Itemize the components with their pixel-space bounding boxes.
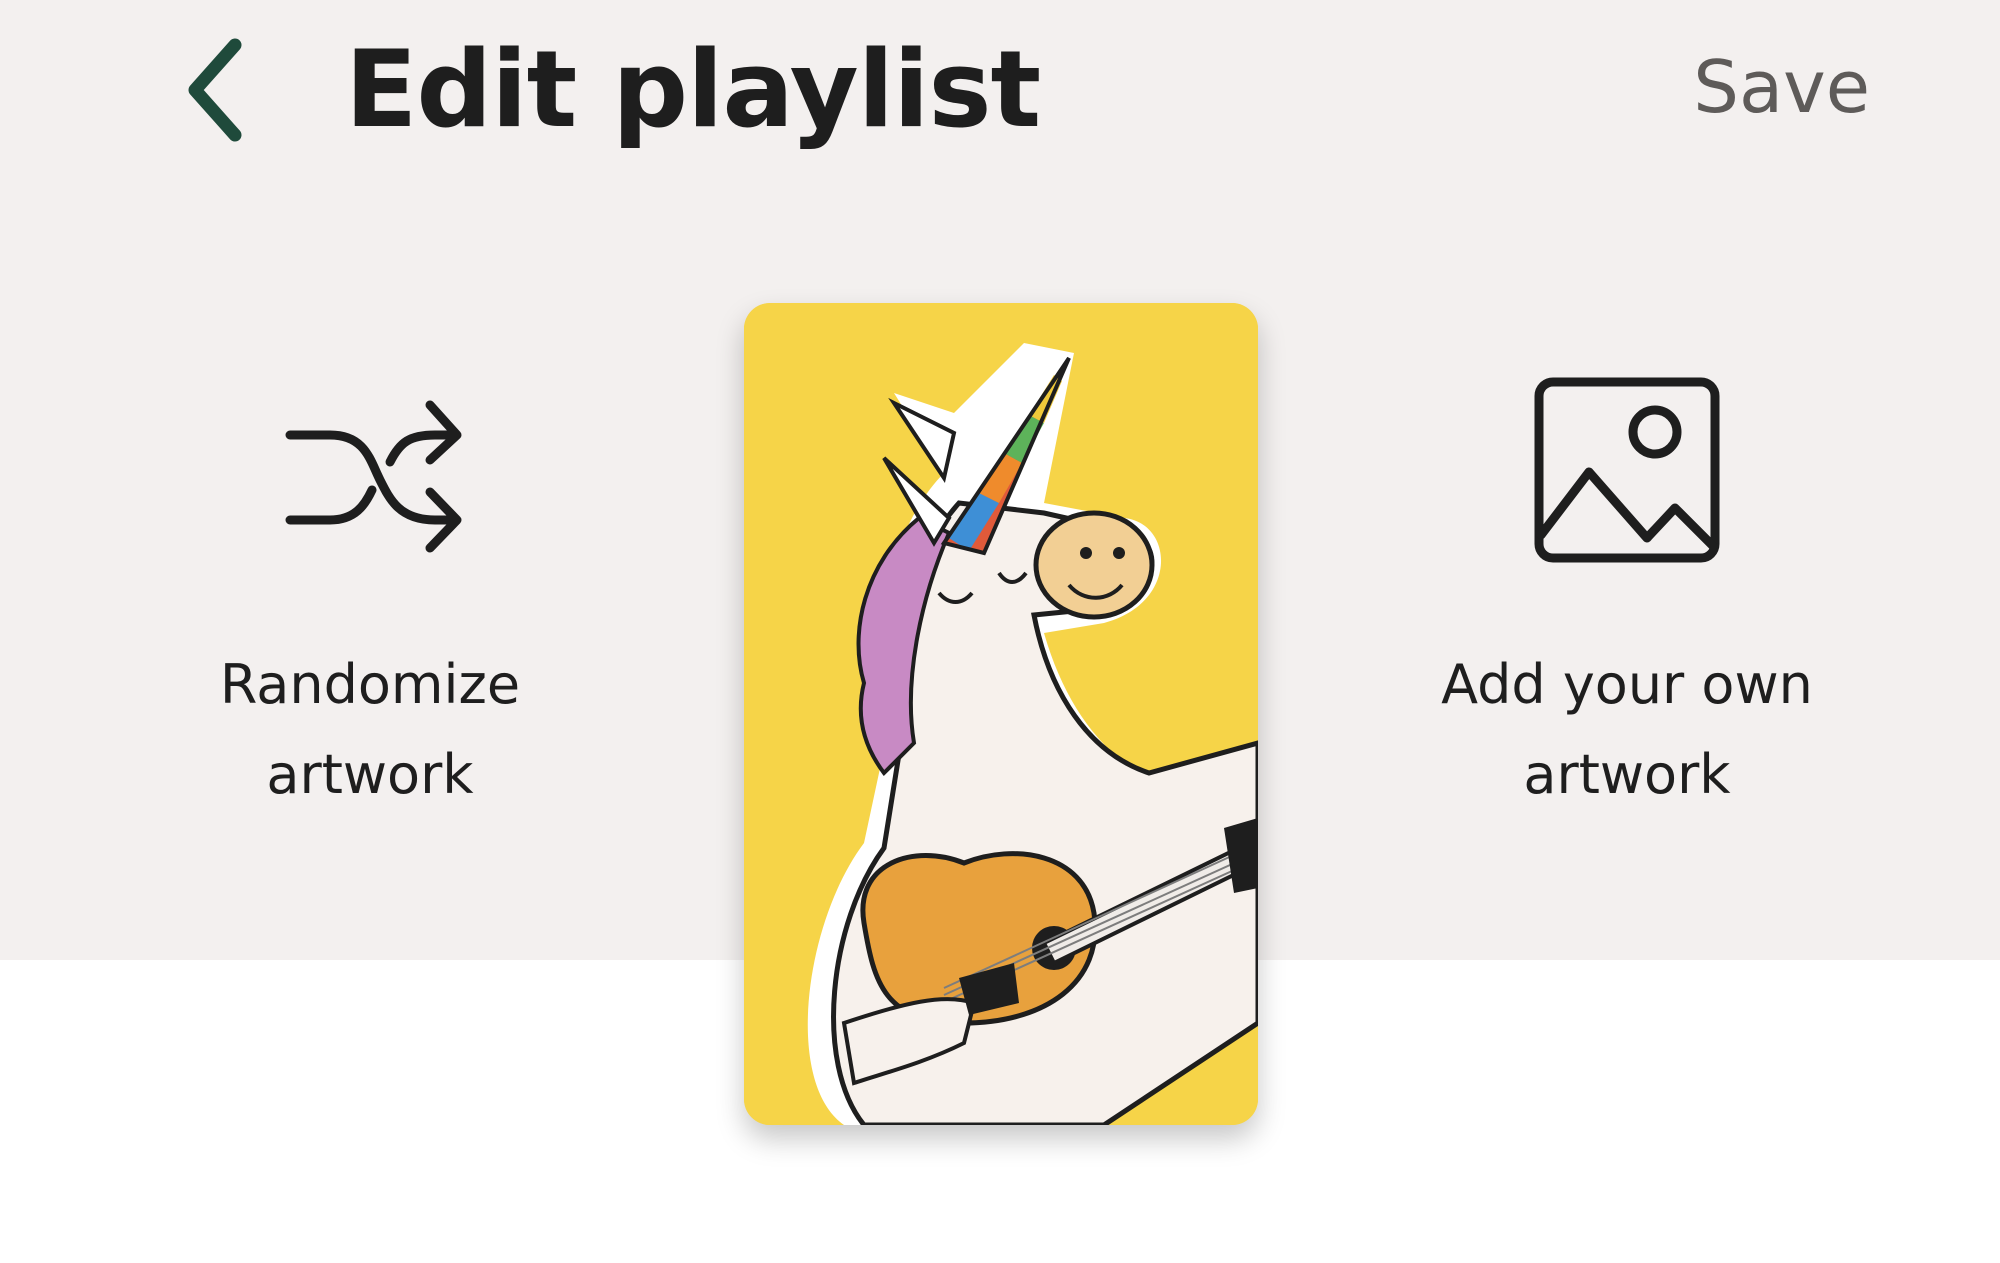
randomize-label-line2: artwork — [266, 743, 474, 806]
randomize-label-line1: Randomize — [219, 653, 521, 716]
add-own-label-line2: artwork — [1523, 743, 1731, 806]
app-header: Edit playlist Save — [0, 0, 2000, 190]
add-own-artwork-button[interactable]: Add your own artwork — [1417, 360, 1837, 820]
page-title: Edit playlist — [345, 28, 1041, 151]
randomize-artwork-button[interactable]: Randomize artwork — [160, 360, 580, 820]
add-own-label-line1: Add your own — [1441, 653, 1813, 716]
chevron-left-icon — [188, 38, 242, 142]
shuffle-icon — [260, 360, 480, 580]
image-icon — [1517, 360, 1737, 580]
save-button[interactable]: Save — [1693, 42, 1870, 132]
back-button[interactable] — [170, 30, 260, 150]
unicorn-illustration — [744, 303, 1258, 1125]
playlist-artwork[interactable] — [744, 303, 1258, 1125]
